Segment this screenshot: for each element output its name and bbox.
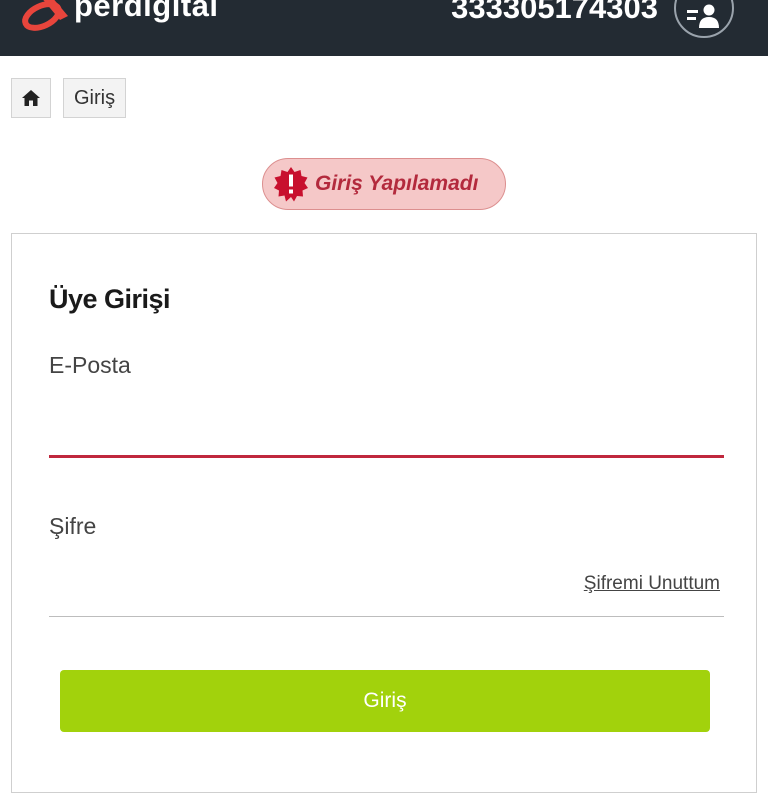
breadcrumb-item-giris[interactable]: Giriş <box>63 78 127 118</box>
email-input[interactable] <box>49 409 724 458</box>
password-label: Şifre <box>49 513 97 539</box>
phone-number[interactable]: 333305174303 <box>451 0 658 26</box>
brand-logo-icon[interactable] <box>16 0 74 34</box>
email-label: E-Posta <box>49 352 131 378</box>
login-card: Üye Girişi E-Posta Şifre Şifremi Unuttum… <box>11 233 757 793</box>
top-header: perdigital 333305174303 <box>0 0 768 56</box>
login-button[interactable]: Giriş <box>60 670 710 732</box>
user-menu-icon <box>687 4 719 28</box>
user-menu-button[interactable] <box>674 0 734 38</box>
exclamation-badge-icon <box>274 167 308 202</box>
login-error-alert: Giriş Yapılamadı <box>262 158 506 210</box>
alert-message: Giriş Yapılamadı <box>315 172 479 195</box>
login-title: Üye Girişi <box>49 284 171 314</box>
brand-name[interactable]: perdigital <box>74 0 219 24</box>
home-icon <box>22 90 40 106</box>
breadcrumb-home[interactable] <box>11 78 51 118</box>
forgot-password-link[interactable]: Şifremi Unuttum <box>584 573 720 595</box>
